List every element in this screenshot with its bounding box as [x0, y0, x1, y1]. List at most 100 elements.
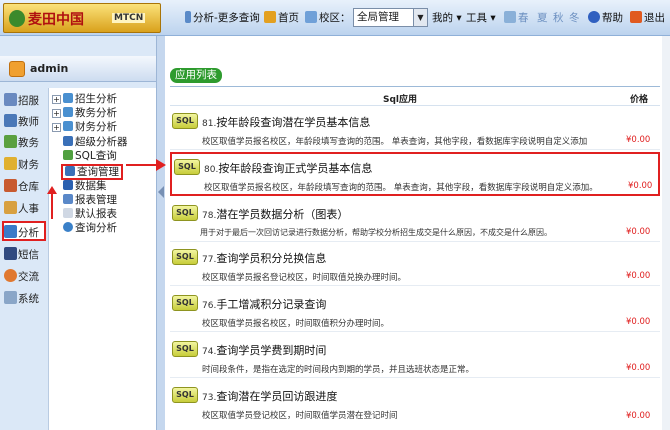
- row-title-text: 按年龄段查询潜在学员基本信息: [216, 116, 371, 129]
- sql-app-row-highlighted[interactable]: SQL 80.按年龄段查询正式学员基本信息 校区取值学员报名校区，年龄段填写查询…: [170, 152, 660, 196]
- collapse-arrow-icon[interactable]: [158, 186, 164, 198]
- expand-icon[interactable]: +: [52, 95, 61, 104]
- category-list: 招服 教师 教务 财务 仓库 人事 分析 短信 交流 系统: [0, 88, 48, 430]
- tree-node-academic-analysis[interactable]: + 教务分析: [52, 107, 117, 120]
- report-icon: [63, 208, 73, 218]
- column-price: 价格: [630, 95, 649, 105]
- annotation-arrow-right: [126, 164, 158, 166]
- tree-node-default-report[interactable]: 默认报表: [63, 208, 117, 221]
- row-title[interactable]: 80.按年龄段查询正式学员基本信息: [204, 160, 372, 176]
- sql-badge: SQL: [172, 387, 198, 403]
- season-winter-button[interactable]: 冬: [569, 8, 580, 28]
- category-chat[interactable]: 交流: [4, 267, 46, 287]
- category-warehouse[interactable]: 仓库: [4, 177, 46, 197]
- sql-app-row[interactable]: SQL 77.查询学员积分兑换信息 校区取值学员报名登记校区，时间取值兑换办理时…: [170, 244, 660, 286]
- tree-node-recruit-analysis[interactable]: + 招生分析: [52, 93, 117, 106]
- row-description: 校区取值学员报名校区，年龄段填写查询的范围。 单表查询，其他字段，看数据库字段说…: [204, 183, 598, 193]
- expand-icon[interactable]: +: [52, 109, 61, 118]
- logo-en: MTCN: [112, 13, 146, 23]
- exit-icon: [630, 11, 642, 23]
- my-menu[interactable]: 我的 ▾: [432, 8, 462, 28]
- category-label: 分析: [18, 227, 39, 239]
- row-title[interactable]: 78.潜在学员数据分析（图表）: [202, 206, 348, 222]
- sql-app-row[interactable]: SQL 76.手工增减积分记录查询 校区取值学员报名校区，时间取值积分办理时间。…: [170, 290, 660, 332]
- row-title-text: 手工增减积分记录查询: [216, 298, 327, 311]
- analysis-tree: + 招生分析 + 教务分析 + 财务分析 超级分析器 SQL查询 查询管理 数据集 报…: [48, 88, 156, 430]
- sql-app-row[interactable]: SQL 78.潜在学员数据分析（图表） 用于对于最后一次回访记录进行数据分析，帮…: [170, 200, 660, 242]
- tree-label: SQL查询: [75, 150, 117, 162]
- row-description: 校区取值学员报名校区，时间取值积分办理时间。: [202, 319, 390, 329]
- tree-node-dataset[interactable]: 数据集: [63, 180, 107, 193]
- app-list-title: 应用列表: [170, 68, 222, 83]
- user-bar: admin: [0, 56, 165, 82]
- season-winter: 冬: [569, 12, 580, 24]
- category-label: 教师: [18, 116, 39, 128]
- tree-node-super-analyzer[interactable]: 超级分析器: [63, 136, 128, 149]
- row-title[interactable]: 81.按年龄段查询潜在学员基本信息: [202, 114, 370, 130]
- tree-node-query-management[interactable]: 查询管理: [61, 164, 123, 180]
- tools-menu[interactable]: 工具 ▾: [466, 8, 496, 28]
- sql-app-row[interactable]: SQL 73.查询潜在学员回访跟进度 校区取值学员登记校区，时间取值学员潜在登记…: [170, 382, 660, 430]
- hr-icon: [4, 201, 17, 214]
- exit-button[interactable]: 退出: [630, 8, 665, 28]
- tree-node-query-analysis[interactable]: 查询分析: [63, 222, 117, 235]
- sql-badge: SQL: [172, 341, 198, 357]
- user-avatar-icon: [9, 61, 25, 77]
- search-icon: [63, 222, 73, 232]
- active-tab[interactable]: 分析-更多查询: [185, 8, 260, 28]
- row-number: 73.: [202, 393, 217, 403]
- tab-title: 分析-更多查询: [193, 12, 260, 24]
- season-autumn-button[interactable]: 秋: [553, 8, 564, 28]
- home-button[interactable]: 首页: [264, 8, 299, 28]
- expand-icon[interactable]: +: [52, 123, 61, 132]
- tree-label: 数据集: [75, 180, 107, 192]
- category-label: 教务: [18, 137, 39, 149]
- category-analysis[interactable]: 分析: [2, 221, 46, 241]
- campus-select[interactable]: 全局管理 ▼: [353, 8, 428, 27]
- category-label: 系统: [18, 293, 39, 305]
- sql-icon: [63, 150, 73, 160]
- campus-select-value: 全局管理: [357, 11, 399, 23]
- sql-badge: SQL: [174, 159, 200, 175]
- row-price: ¥0.00: [626, 227, 651, 237]
- chevron-down-icon: ▼: [413, 9, 427, 26]
- category-sms[interactable]: 短信: [4, 245, 46, 265]
- tree-label: 教务分析: [75, 107, 117, 119]
- row-title[interactable]: 74.查询学员学费到期时间: [202, 342, 326, 358]
- category-recruit[interactable]: 招服: [4, 91, 46, 111]
- category-system[interactable]: 系统: [4, 289, 46, 309]
- tree-node-finance-analysis[interactable]: + 财务分析: [52, 121, 117, 134]
- sql-app-row[interactable]: SQL 74.查询学员学费到期时间 时间段条件，是指在选定的时间段内到期的学员，…: [170, 336, 660, 378]
- row-title[interactable]: 77.查询学员积分兑换信息: [202, 250, 326, 266]
- tree-node-sql-query[interactable]: SQL查询: [63, 150, 117, 163]
- dataset-icon: [63, 180, 73, 190]
- tree-node-report-management[interactable]: 报表管理: [63, 194, 117, 207]
- category-academic[interactable]: 教务: [4, 133, 46, 153]
- row-number: 74.: [202, 347, 217, 357]
- row-description: 用于对于最后一次回访记录进行数据分析，帮助学校分析招生成交是什么原因，不成交是什…: [200, 228, 552, 237]
- row-price: ¥0.00: [626, 411, 651, 421]
- campus-label: 校区：: [319, 12, 351, 24]
- season-summer-button[interactable]: 夏: [537, 8, 548, 28]
- sql-badge: SQL: [172, 295, 198, 311]
- help-label: 帮助: [602, 12, 623, 24]
- category-finance[interactable]: 财务: [4, 155, 46, 175]
- analyzer-icon: [63, 136, 73, 146]
- folder-icon: [63, 121, 73, 131]
- row-title-text: 查询学员学费到期时间: [216, 344, 327, 357]
- scrollbar[interactable]: [662, 36, 670, 430]
- top-toolbar: 麦田中国 MTCN 分析-更多查询 首页 校区： 全局管理 ▼ 我的 ▾ 工具 …: [0, 0, 670, 36]
- category-teacher[interactable]: 教师: [4, 112, 46, 132]
- category-hr[interactable]: 人事: [4, 199, 46, 219]
- row-title[interactable]: 76.手工增减积分记录查询: [202, 296, 326, 312]
- sql-app-row[interactable]: SQL 81.按年龄段查询潜在学员基本信息 校区取值学员报名校区，年龄段填写查询…: [170, 108, 660, 150]
- folder-icon: [63, 107, 73, 117]
- panel-splitter[interactable]: [156, 36, 165, 430]
- season-spring-button[interactable]: 春: [504, 8, 529, 28]
- row-title[interactable]: 73.查询潜在学员回访跟进度: [202, 388, 337, 404]
- row-description: 校区取值学员登记校区，时间取值学员潜在登记时间: [202, 411, 398, 421]
- row-number: 77.: [202, 255, 217, 265]
- sql-badge: SQL: [172, 113, 198, 129]
- sql-badge: SQL: [172, 249, 198, 265]
- help-button[interactable]: 帮助: [588, 8, 623, 28]
